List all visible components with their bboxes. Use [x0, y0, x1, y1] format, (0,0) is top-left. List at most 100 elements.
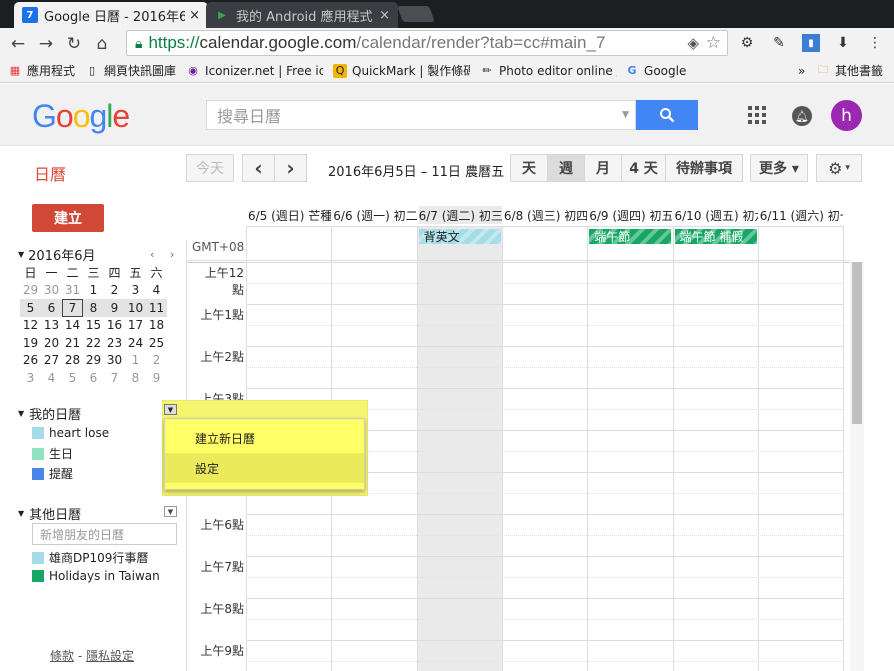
all-day-event-chip[interactable]: 背英文: [419, 229, 501, 244]
mini-day-cell[interactable]: 6: [83, 369, 104, 387]
tab-google-calendar[interactable]: 7 Google 日曆 - 2016年6月 ×: [14, 2, 208, 28]
mini-day-cell[interactable]: 8: [125, 369, 146, 387]
forward-arrow-icon[interactable]: →: [34, 32, 58, 56]
mini-day-cell[interactable]: 2: [146, 352, 167, 370]
mini-day-cell[interactable]: 10: [125, 299, 146, 317]
view-4days-button[interactable]: 4 天: [621, 154, 666, 182]
mini-day-cell[interactable]: 4: [41, 369, 62, 387]
google-logo[interactable]: Google: [32, 98, 130, 135]
calendar-color-swatch[interactable]: [32, 551, 44, 564]
search-calendar-input[interactable]: 搜尋日曆 ▼: [206, 100, 636, 130]
mini-day-cell[interactable]: 9: [146, 369, 167, 387]
calendar-color-swatch[interactable]: [32, 447, 44, 460]
calendar-color-swatch[interactable]: [32, 570, 44, 582]
mini-day-cell[interactable]: 9: [104, 299, 125, 317]
search-options-dropdown-icon[interactable]: ▼: [622, 110, 629, 120]
mini-day-cell[interactable]: 19: [20, 334, 41, 352]
mini-day-cell[interactable]: 29: [83, 352, 104, 370]
mini-day-cell[interactable]: 3: [20, 369, 41, 387]
mini-day-cell[interactable]: 8: [83, 299, 104, 317]
mini-day-cell[interactable]: 5: [62, 369, 83, 387]
mini-day-cell[interactable]: 21: [62, 334, 83, 352]
mini-day-cell[interactable]: 23: [104, 334, 125, 352]
day-header[interactable]: 6/10 (週五) 初六: [675, 206, 758, 224]
close-tab-icon[interactable]: ×: [189, 8, 200, 23]
notifications-bell-icon[interactable]: 🔔︎: [792, 106, 812, 126]
calendar-item-heart-lose[interactable]: heart lose: [32, 426, 109, 440]
mini-prev-month-icon[interactable]: ‹: [150, 248, 154, 261]
next-week-button[interactable]: ›: [274, 154, 307, 182]
mini-day-cell[interactable]: 22: [83, 334, 104, 352]
mini-day-cell[interactable]: 27: [41, 352, 62, 370]
reload-icon[interactable]: ↻: [62, 32, 86, 56]
other-calendars-header[interactable]: ▼ 其他日曆: [18, 504, 81, 523]
chrome-menu-icon[interactable]: ⋮: [866, 34, 884, 52]
mini-day-cell[interactable]: 16: [104, 317, 125, 335]
calendar-color-swatch[interactable]: [32, 467, 44, 480]
menu-item-settings[interactable]: 設定: [165, 453, 364, 483]
collapse-triangle-icon[interactable]: ▼: [18, 250, 24, 259]
mini-day-cell[interactable]: 1: [83, 282, 104, 300]
view-week-button[interactable]: 週: [547, 154, 585, 182]
download-extension-icon[interactable]: ⬇: [834, 34, 852, 52]
mini-day-cell[interactable]: 30: [41, 282, 62, 300]
previous-week-button[interactable]: ‹: [242, 154, 275, 182]
settings-gear-extension-icon[interactable]: ⚙: [738, 34, 756, 52]
google-apps-grid-icon[interactable]: [748, 106, 766, 124]
terms-link[interactable]: 條款: [50, 649, 74, 663]
mini-day-cell[interactable]: 26: [20, 352, 41, 370]
search-button[interactable]: [636, 100, 698, 130]
app-title[interactable]: 日曆: [34, 161, 66, 185]
close-tab-icon[interactable]: ×: [379, 8, 390, 23]
mini-day-cell[interactable]: 5: [20, 299, 41, 317]
mini-day-cell[interactable]: 29: [20, 282, 41, 300]
address-bar[interactable]: 🔒︎ https:// calendar.google.com /calenda…: [126, 30, 728, 56]
mini-day-cell[interactable]: 3: [125, 282, 146, 300]
mini-day-cell[interactable]: 2: [104, 282, 125, 300]
calendar-item-reminders[interactable]: 提醒: [32, 465, 73, 482]
create-event-button[interactable]: 建立: [32, 204, 104, 232]
mini-day-cell[interactable]: 7: [104, 369, 125, 387]
mini-day-cell[interactable]: 6: [41, 299, 62, 317]
mini-day-cell[interactable]: 4: [146, 282, 167, 300]
new-tab-button[interactable]: [397, 6, 435, 22]
mini-day-cell[interactable]: 17: [125, 317, 146, 335]
bookmarks-overflow-chevron[interactable]: »: [798, 64, 805, 78]
all-day-event-chip[interactable]: 端午節 補假: [675, 229, 757, 244]
mini-day-cell[interactable]: 11: [146, 299, 167, 317]
calendar-color-swatch[interactable]: [32, 427, 44, 439]
mini-day-cell[interactable]: 28: [62, 352, 83, 370]
mini-day-cell[interactable]: 1: [125, 352, 146, 370]
scrollbar-thumb[interactable]: [852, 262, 862, 424]
other-bookmarks[interactable]: 🗀︎ 其他書籤: [816, 62, 884, 79]
bookmark-web-slices[interactable]: ▯ 網頁快訊圖庫: [85, 62, 176, 79]
mini-day-cell[interactable]: 12: [20, 317, 41, 335]
day-header[interactable]: 6/9 (週四) 初五: [589, 206, 672, 224]
account-avatar[interactable]: h: [831, 100, 862, 131]
my-calendars-dropdown-icon[interactable]: ▼: [164, 404, 177, 415]
mini-day-cell[interactable]: 13: [41, 317, 62, 335]
other-calendars-dropdown-icon[interactable]: ▼: [164, 506, 177, 517]
more-menu-button[interactable]: 更多 ▾: [750, 154, 808, 182]
mini-month-title[interactable]: 2016年6月: [28, 245, 95, 264]
mini-day-cell[interactable]: 7: [62, 299, 83, 317]
extension-icon[interactable]: ▮: [802, 34, 820, 52]
day-header[interactable]: 6/8 (週三) 初四: [504, 206, 587, 224]
home-icon[interactable]: ⌂: [90, 32, 114, 56]
mini-day-cell[interactable]: 18: [146, 317, 167, 335]
bookmark-star-icon[interactable]: ☆: [706, 33, 721, 53]
day-header[interactable]: 6/7 (週二) 初三: [418, 206, 502, 224]
bookmark-google[interactable]: G Google: [625, 64, 687, 78]
day-header[interactable]: 6/11 (週六) 初七: [760, 206, 843, 224]
view-agenda-button[interactable]: 待辦事項: [665, 154, 743, 182]
tab-android-apps[interactable]: ▶ 我的 Android 應用程式 - ×: [206, 2, 398, 28]
all-day-event-chip[interactable]: 端午節: [589, 229, 672, 244]
back-arrow-icon[interactable]: ←: [6, 32, 30, 56]
mini-day-cell[interactable]: 31: [62, 282, 83, 300]
my-calendars-header[interactable]: ▼ 我的日曆: [18, 404, 81, 423]
evernote-extension-icon[interactable]: ✎: [770, 34, 788, 52]
settings-menu-button[interactable]: ⚙ ▾: [816, 154, 862, 182]
mini-day-cell[interactable]: 25: [146, 334, 167, 352]
today-button[interactable]: 今天: [186, 154, 234, 182]
bookmark-apps[interactable]: ▦ 應用程式: [8, 62, 75, 79]
